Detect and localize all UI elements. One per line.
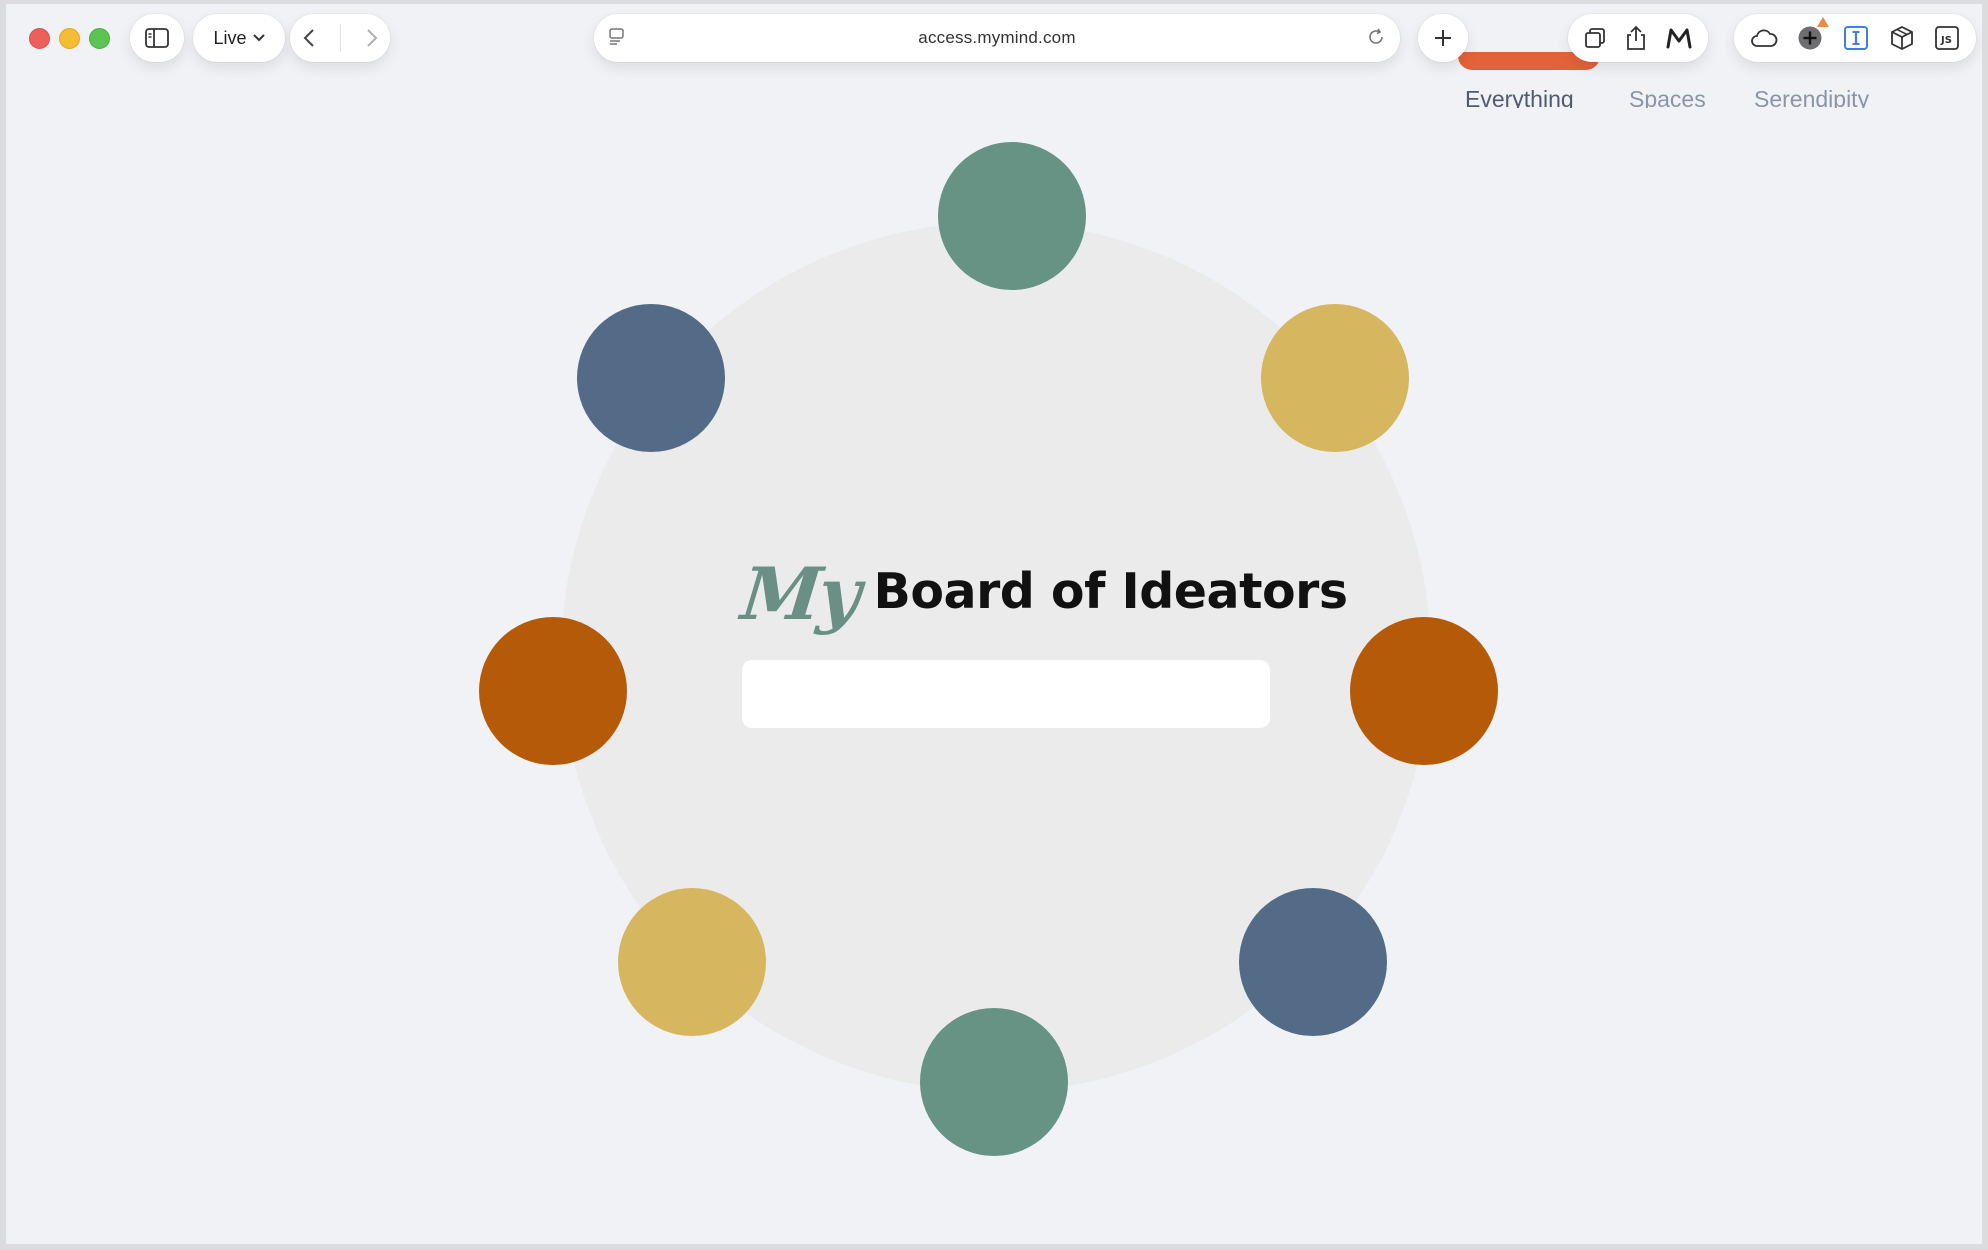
top-nav: Everything Spaces Serendipity [1446, 74, 1906, 108]
zoom-window-button[interactable] [89, 28, 110, 49]
browser-toolbar: Live access.mymind.com JS [6, 4, 1982, 74]
add-extension-icon[interactable] [1797, 17, 1830, 51]
nav-divider [339, 24, 341, 52]
ideator-name-input[interactable] [742, 660, 1270, 728]
url-text: access.mymind.com [918, 28, 1076, 47]
extensions-bar: JS [1734, 14, 1976, 62]
minimize-window-button[interactable] [59, 28, 80, 49]
nav-spaces[interactable]: Spaces [1629, 86, 1706, 108]
live-mode-label: Live [213, 27, 247, 48]
title-text: Board of Ideators [873, 563, 1348, 620]
toolbar-actions [1568, 14, 1708, 62]
tabs-overview-icon[interactable] [1583, 26, 1607, 50]
ideator-circle-top[interactable] [938, 142, 1086, 290]
nav-everything[interactable]: Everything [1465, 86, 1574, 108]
live-mode-menu[interactable]: Live [193, 14, 285, 62]
ideator-circle-bottom[interactable] [920, 1008, 1068, 1156]
ideator-circle-upper-left[interactable] [577, 304, 725, 452]
js-icon[interactable]: JS [1934, 25, 1960, 51]
back-icon[interactable] [303, 28, 315, 48]
ideator-circle-upper-right[interactable] [1261, 304, 1409, 452]
plus-icon [1433, 28, 1453, 48]
chevron-down-icon [252, 34, 265, 42]
svg-text:JS: JS [1940, 35, 1952, 46]
reload-icon[interactable] [1366, 27, 1386, 47]
instapaper-icon[interactable] [1843, 25, 1869, 51]
page-title: My Board of Ideators [738, 550, 1348, 636]
share-icon[interactable] [1625, 25, 1647, 51]
new-tab-button[interactable] [1418, 14, 1468, 62]
sidebar-icon [145, 28, 169, 48]
sidebar-toggle-button[interactable] [130, 14, 184, 62]
ideator-circle-lower-right[interactable] [1239, 888, 1387, 1036]
cloud-icon[interactable] [1750, 28, 1778, 48]
navigation-buttons [290, 14, 390, 62]
box-icon[interactable] [1889, 25, 1915, 51]
forward-icon[interactable] [366, 28, 378, 48]
close-window-button[interactable] [29, 28, 50, 49]
title-my-script: My [737, 551, 863, 636]
warning-badge-icon [1817, 17, 1830, 27]
mymind-icon[interactable] [1665, 27, 1693, 49]
browser-window: My Board of Ideators Everything Spaces S… [6, 4, 1982, 1244]
address-bar[interactable]: access.mymind.com [594, 14, 1400, 62]
site-info-icon[interactable] [608, 27, 626, 47]
nav-serendipity[interactable]: Serendipity [1754, 86, 1869, 108]
ideator-circle-lower-left[interactable] [618, 888, 766, 1036]
board-stage: My Board of Ideators [6, 4, 1982, 1244]
ideator-circle-right[interactable] [1350, 617, 1498, 765]
ideator-circle-left[interactable] [479, 617, 627, 765]
